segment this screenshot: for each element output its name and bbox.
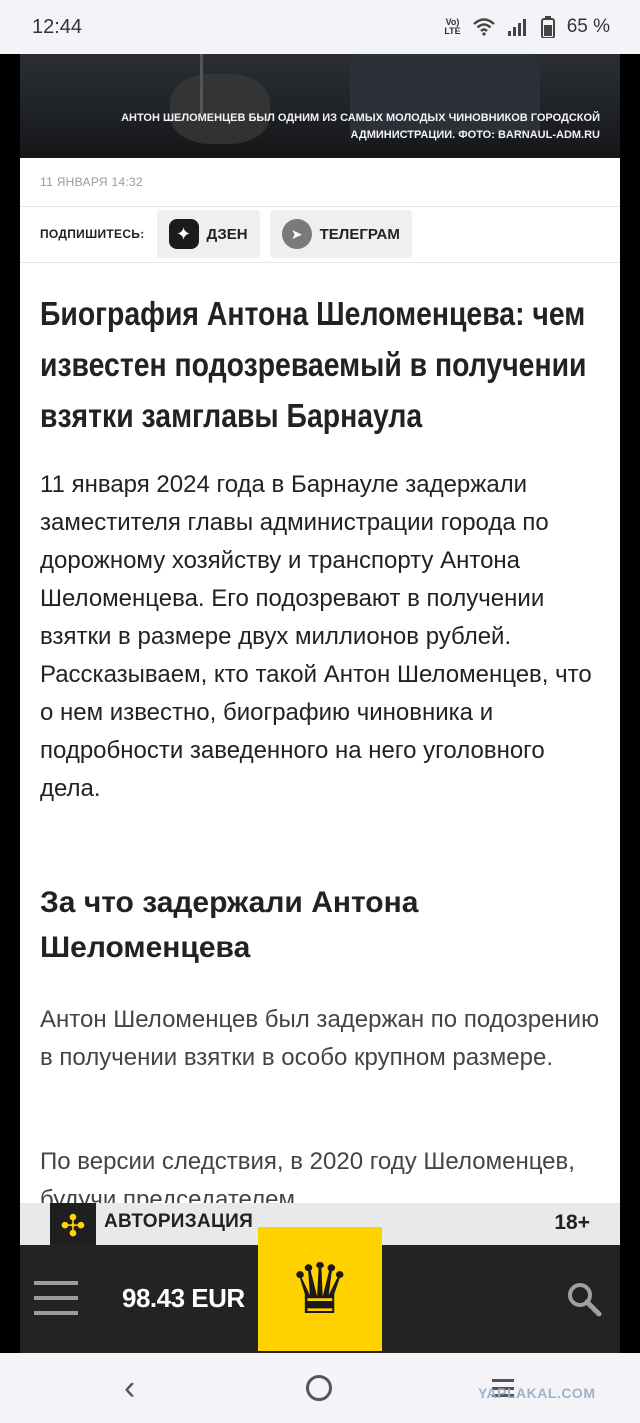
section-heading: За что задержали Антона Шеломенцева: [40, 886, 419, 964]
photo-caption: АНТОН ШЕЛОМЕНЦЕВ БЫЛ ОДНИМ ИЗ САМЫХ МОЛО…: [121, 112, 600, 141]
signal-icon: [507, 19, 526, 36]
telegram-label: ТЕЛЕГРАМ: [319, 225, 400, 243]
status-bar: 12:44 Vo) LTE 65 %: [0, 0, 640, 54]
article-paragraph: Антон Шеломенцев был задержан по подозре…: [40, 1006, 600, 1071]
article-photo: АНТОН ШЕЛОМЕНЦЕВ БЫЛ ОДНИМ ИЗ САМЫХ МОЛО…: [20, 54, 620, 158]
telegram-icon: ➤: [281, 219, 312, 249]
divider: [20, 262, 620, 263]
back-icon[interactable]: ‹: [124, 1369, 135, 1408]
article-headline: Биография Антона Шеломенцева: чем извест…: [40, 295, 587, 434]
hamburger-icon[interactable]: [34, 1281, 78, 1315]
dzen-icon: ✦: [168, 219, 199, 249]
status-icons: Vo) LTE 65 %: [444, 16, 610, 38]
currency-rate: 98.43 EUR: [122, 1283, 245, 1313]
subscribe-row: ПОДПИШИТЕСЬ: ✦ ДЗЕН ➤ ТЕЛЕГРАМ: [40, 207, 412, 261]
article-lead: 11 января 2024 года в Барнауле задержали…: [40, 471, 592, 802]
telegram-button[interactable]: ➤ ТЕЛЕГРАМ: [269, 210, 412, 258]
system-nav-bar: ‹ YAPLAKAL.COM: [0, 1353, 640, 1423]
dzen-label: ДЗЕН: [206, 225, 248, 243]
search-icon[interactable]: [566, 1281, 602, 1317]
wifi-icon: [472, 18, 495, 36]
site-logo-icon[interactable]: ✣: [50, 1203, 96, 1249]
status-time: 12:44: [32, 15, 83, 38]
volte-icon: Vo) LTE: [444, 17, 461, 36]
auth-link[interactable]: АВТОРИЗАЦИЯ: [104, 1211, 253, 1233]
home-icon[interactable]: [306, 1375, 332, 1401]
subscribe-label: ПОДПИШИТЕСЬ:: [40, 227, 145, 241]
watermark: YAPLAKAL.COM: [478, 1385, 596, 1401]
battery-icon: [540, 16, 555, 38]
article-card: 11 ЯНВАРЯ 14:32 ПОДПИШИТЕСЬ: ✦ ДЗЕН ➤ ТЕ…: [20, 158, 620, 1203]
bottom-toolbar: 98.43 EUR ♛: [20, 1227, 620, 1353]
eagle-emblem-icon[interactable]: ♛: [258, 1227, 382, 1351]
dzen-button[interactable]: ✦ ДЗЕН: [156, 210, 260, 258]
article-date: 11 ЯНВАРЯ 14:32: [40, 175, 144, 189]
battery-percent: 65 %: [566, 16, 610, 37]
photo-microphone: [200, 54, 203, 114]
article-paragraph: По версии следствия, в 2020 году Шеломен…: [40, 1148, 575, 1203]
age-rating: 18+: [554, 1211, 590, 1234]
